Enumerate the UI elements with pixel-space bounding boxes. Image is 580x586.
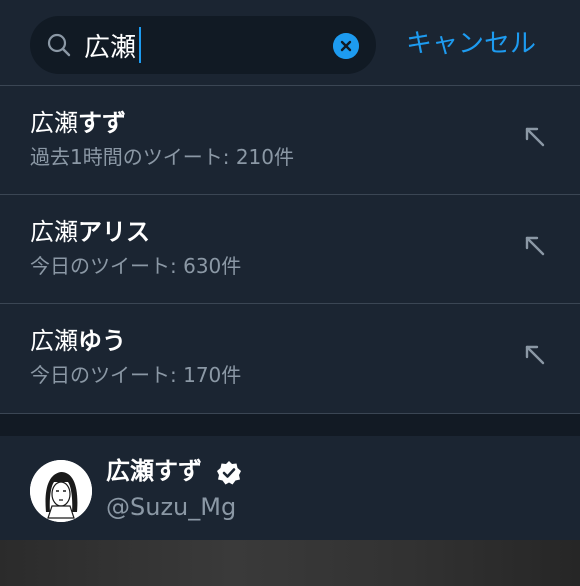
suggestion-item[interactable]: 広瀬ゆう 今日のツイート: 170件: [0, 304, 580, 414]
section-divider: [0, 414, 580, 436]
text-caret: [139, 27, 141, 63]
verified-badge-icon: [217, 461, 241, 485]
suggestion-query: 広瀬: [30, 327, 78, 355]
search-input[interactable]: [84, 24, 320, 66]
suggestion-tweet-count: 今日のツイート: 630件: [30, 254, 242, 278]
user-display-name: 広瀬すず: [106, 457, 202, 485]
suggestion-completion: ゆう: [78, 327, 126, 355]
suggestion-item[interactable]: 広瀬アリス 今日のツイート: 630件: [0, 195, 580, 304]
cancel-button[interactable]: キャンセル: [406, 24, 536, 64]
suggestion-query: 広瀬: [30, 109, 78, 137]
suggestion-title: 広瀬すず: [30, 106, 126, 140]
suggestion-tweet-count: 今日のツイート: 170件: [30, 363, 242, 387]
search-header: キャンセル: [0, 0, 580, 86]
suggestion-item[interactable]: 広瀬すず 過去1時間のツイート: 210件: [0, 86, 580, 195]
avatar: [30, 460, 92, 522]
suggestion-tweet-count: 過去1時間のツイート: 210件: [30, 145, 294, 169]
suggestion-completion: すず: [78, 109, 126, 137]
user-result[interactable]: 広瀬すず @Suzu_Mg: [0, 436, 580, 540]
clear-icon[interactable]: [333, 33, 359, 59]
suggestion-query: 広瀬: [30, 218, 78, 246]
search-box[interactable]: [30, 16, 376, 74]
arrow-up-left-icon[interactable]: [522, 342, 548, 368]
search-screen: キャンセル 広瀬すず 過去1時間のツイート: 210件 広瀬アリス 今日のツイー…: [0, 0, 580, 586]
avatar-illustration: [30, 460, 92, 522]
suggestion-title: 広瀬ゆう: [30, 324, 126, 358]
suggestion-title: 広瀬アリス: [30, 215, 150, 249]
background-content: [0, 540, 580, 586]
arrow-up-left-icon[interactable]: [522, 233, 548, 259]
arrow-up-left-icon[interactable]: [522, 124, 548, 150]
user-handle: @Suzu_Mg: [106, 493, 237, 521]
suggestion-completion: アリス: [78, 218, 150, 246]
search-icon: [47, 33, 71, 57]
